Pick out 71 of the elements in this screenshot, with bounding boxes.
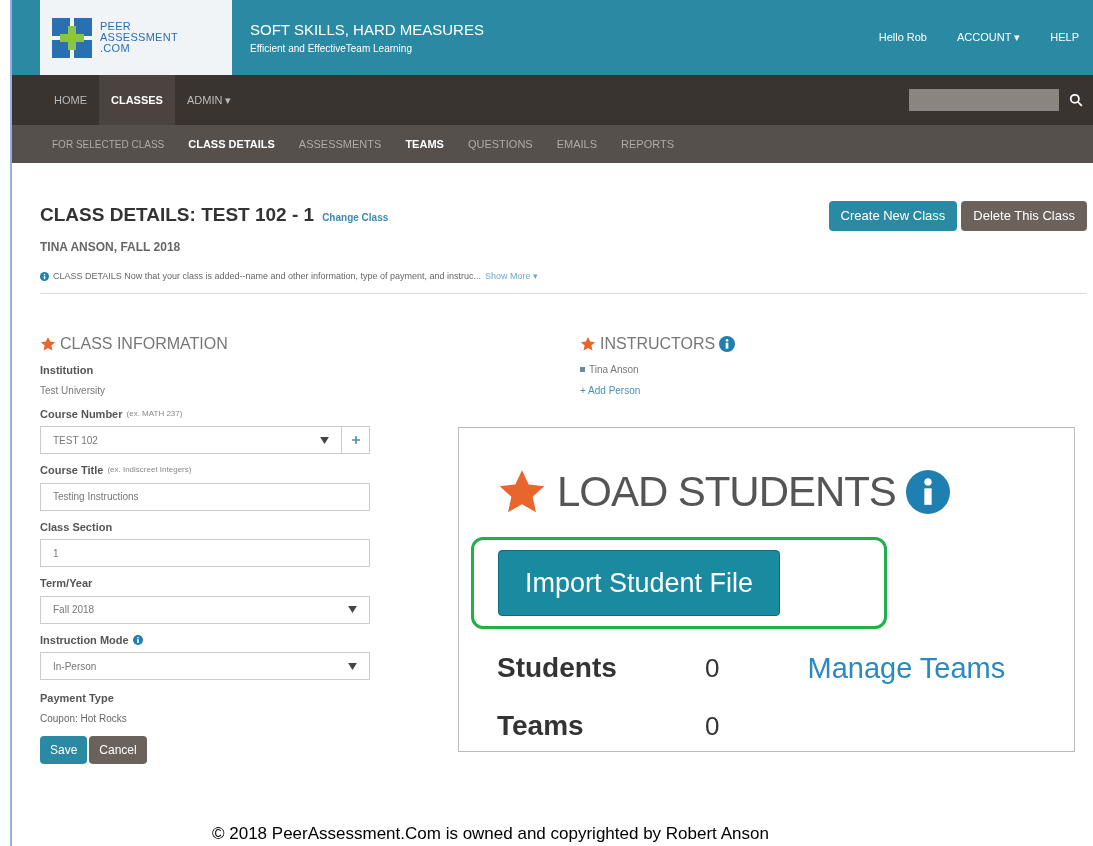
field-label: Class Section [40, 519, 113, 535]
sub-nav-link[interactable]: REPORTS [621, 135, 674, 153]
nav-tab[interactable]: HOME [42, 75, 99, 125]
panel-heading: LOAD STUDENTS [557, 467, 896, 517]
section-heading: INSTRUCTORS [600, 334, 716, 354]
sub-nav-link[interactable]: ASSESSMENTS [298, 135, 382, 153]
field-label: Course Title [40, 463, 104, 478]
instructor-name: Tina Anson [589, 363, 639, 377]
text-field[interactable]: 1 [40, 539, 370, 567]
stat-value: 0 [705, 651, 720, 685]
field-label: Institution [40, 363, 95, 378]
nav-tab[interactable]: CLASSES [99, 75, 175, 125]
caret-icon [348, 606, 357, 613]
sub-nav-link[interactable]: EMAILS [556, 135, 598, 153]
info-icon[interactable] [905, 469, 950, 514]
payment-value: Coupon: Hot Rocks [40, 711, 127, 726]
institution-value: Test University [40, 383, 106, 398]
logo[interactable]: PEER ASSESSMENT .COM [40, 0, 232, 75]
field-hint: (ex. MATH 237) [126, 407, 183, 420]
star-icon [580, 336, 596, 352]
sub-tagline: Efficient and EffectiveTeam Learning [250, 42, 413, 57]
sub-nav-label: FOR SELECTED CLASS [52, 137, 165, 152]
info-text: CLASS DETAILS Now that your class is added--name and other information, type of payment, and instruc... [53, 269, 482, 283]
manage-teams-link[interactable]: Manage Teams [807, 647, 1006, 747]
nav-tab[interactable]: ADMIN ▾ [174, 75, 244, 125]
stat-value: 0 [705, 709, 720, 743]
info-icon[interactable] [132, 634, 143, 645]
tagline: SOFT SKILLS, HARD MEASURES [250, 19, 484, 40]
field-label: Payment Type [40, 691, 115, 706]
logo-text: .COM [100, 43, 131, 54]
show-more-link[interactable]: Show More ▾ [485, 269, 539, 283]
field-hint: (ex. Indiscreet Integers) [107, 464, 192, 477]
header-link[interactable]: HELP [1050, 29, 1079, 46]
select-field[interactable]: TEST 102 [40, 426, 342, 454]
select-field[interactable]: In-Person [40, 652, 370, 680]
logo-icon [52, 17, 92, 58]
plus-icon [351, 436, 360, 444]
add-button[interactable] [342, 426, 370, 454]
page-subtitle: TINA ANSON, FALL 2018 [40, 238, 182, 256]
field-label: Term/Year [40, 576, 93, 591]
section-heading: CLASS INFORMATION [60, 334, 228, 354]
header-link[interactable]: Hello Rob [878, 29, 927, 46]
search-field[interactable] [909, 89, 1059, 111]
create-class-button[interactable]: Create New Class [828, 201, 958, 231]
copyright-text: © 2018 PeerAssessment.Com is owned and copyrighted by Robert Anson [212, 823, 769, 844]
sub-nav-link[interactable]: QUESTIONS [467, 135, 533, 153]
bullet-icon [580, 367, 585, 372]
import-button[interactable]: Import Student File [498, 550, 781, 616]
info-icon[interactable] [40, 271, 49, 281]
logo-text: ASSESSMENT [100, 32, 178, 43]
field-label: Course Number [40, 406, 123, 422]
stat-label: Teams [497, 709, 585, 743]
cancel-button[interactable]: Cancel [89, 735, 147, 764]
logo-text: PEER [100, 21, 133, 32]
sub-nav-link[interactable]: TEAMS [405, 135, 444, 153]
save-button[interactable]: Save [40, 735, 88, 764]
field-label: Instruction Mode [40, 632, 129, 648]
star-icon [40, 336, 56, 352]
text-field[interactable]: Testing Instructions [40, 482, 370, 511]
delete-class-button[interactable]: Delete This Class [961, 201, 1087, 231]
search-icon[interactable] [1069, 93, 1083, 107]
page-title: CLASS DETAILS: TEST 102 - 1 [40, 203, 315, 227]
header-link[interactable]: ACCOUNT ▾ [957, 29, 1021, 46]
info-icon[interactable] [719, 336, 736, 352]
stat-label: Students [497, 651, 618, 685]
add-person-link[interactable]: + Add Person [580, 383, 736, 398]
select-field[interactable]: Fall 2018 [40, 595, 370, 624]
change-class-link[interactable]: Change Class [322, 210, 389, 225]
sub-nav-link[interactable]: CLASS DETAILS [188, 135, 275, 153]
caret-icon [348, 662, 357, 670]
caret-icon [320, 436, 329, 444]
